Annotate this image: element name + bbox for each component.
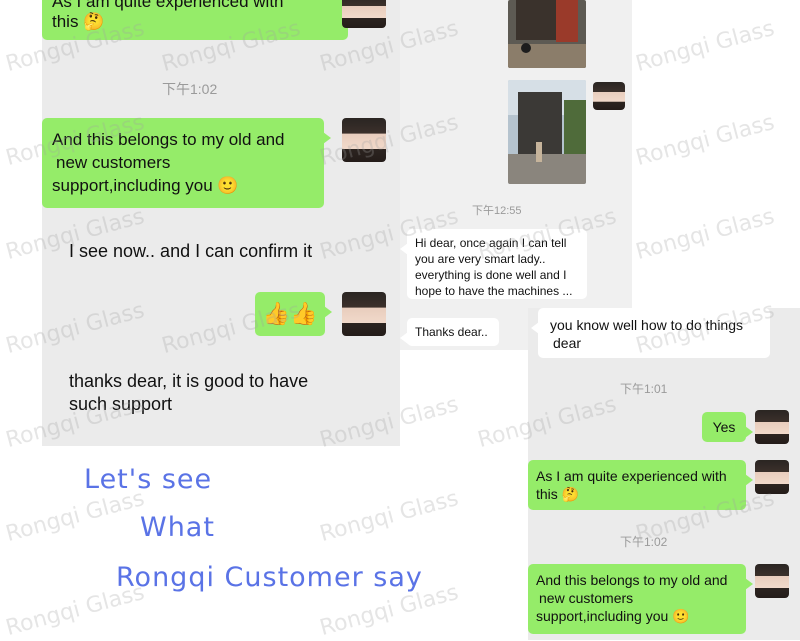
message-text: Yes [712, 419, 736, 435]
message-bubble-belongs[interactable]: And this belongs to my old and new custo… [528, 564, 753, 634]
avatar[interactable] [755, 410, 789, 444]
avatar[interactable] [342, 292, 386, 336]
timestamp: 下午1:01 [620, 382, 668, 396]
truck-photo[interactable] [508, 0, 586, 68]
message-text: support,including you [536, 608, 669, 624]
message-text: thanks dear, it is good to have [69, 371, 309, 391]
thumbs-up-icon: 👍👍 [262, 301, 318, 326]
message-bubble-smart-lady[interactable]: Hi dear, once again I can tell you are v… [400, 229, 587, 299]
message-text: As I am quite experienced with [536, 468, 727, 484]
caption-line-2: What [140, 512, 215, 543]
timestamp: 下午12:55 [472, 205, 522, 217]
container-truck-image [508, 0, 586, 68]
message-bubble-belongs[interactable]: And this belongs to my old and new custo… [42, 118, 331, 208]
avatar[interactable] [755, 564, 789, 598]
message-text: And this belongs to my old and [536, 572, 728, 588]
watermark: Rongqi Glass [317, 486, 462, 547]
smile-emoji-icon: 🙂 [217, 176, 239, 195]
avatar[interactable] [342, 0, 386, 28]
message-bubble-yes[interactable]: Yes [702, 412, 753, 442]
message-text: new customers [539, 590, 634, 606]
avatar[interactable] [755, 460, 789, 494]
message-text: this [536, 486, 558, 502]
message-text: everything is done well and I [415, 268, 567, 282]
thinking-emoji-icon: 🤔 [561, 486, 580, 502]
avatar[interactable] [342, 118, 386, 162]
timestamp: 下午1:02 [620, 535, 668, 549]
shipping-container-image [508, 80, 586, 184]
watermark: Rongqi Glass [633, 204, 778, 265]
watermark: Rongqi Glass [633, 110, 778, 171]
timestamp: 下午1:02 [162, 81, 218, 97]
message-bubble-experienced[interactable]: As I am quite experienced with this 🤔 [528, 460, 753, 510]
message-text: you are very smart lady.. [415, 252, 546, 266]
watermark: Rongqi Glass [633, 16, 778, 77]
message-text: this [52, 12, 79, 31]
middle-chat-panel: 下午12:55 Hi dear, once again I can tell y… [400, 0, 632, 350]
message-text: such support [69, 394, 173, 414]
message-text: And this belongs to my old and [52, 130, 285, 149]
thinking-emoji-icon: 🤔 [83, 12, 105, 31]
caption-line-3: Rongqi Customer say [116, 562, 423, 593]
right-chat-panel: you know well how to do things dear 下午1:… [528, 308, 800, 640]
message-text: you know well how to do things [550, 317, 743, 333]
message-text: new customers [56, 153, 171, 172]
message-text: support,including you [52, 176, 213, 195]
message-bubble-experienced[interactable]: As I am quite experienced with this 🤔 [42, 0, 355, 40]
message-text-block: thanks dear, it is good to have such sup… [69, 370, 308, 416]
message-text: dear [553, 335, 582, 351]
container-photo[interactable] [508, 80, 586, 184]
smile-emoji-icon: 🙂 [672, 608, 690, 624]
caption-line-1: Let's see [84, 464, 213, 495]
message-text: As I am quite experienced with [52, 0, 284, 11]
watermark: Rongqi Glass [3, 486, 148, 547]
message-text: Hi dear, once again I can tell [415, 236, 567, 250]
message-bubble-thanks[interactable]: Thanks dear.. [400, 318, 499, 346]
left-chat-panel: As I am quite experienced with this 🤔 下午… [42, 0, 400, 446]
message-bubble-know-well[interactable]: you know well how to do things dear [531, 308, 770, 358]
message-text: hope to have the machines ... [415, 284, 573, 298]
message-text: I see now.. and I can confirm it [69, 241, 313, 261]
thumbs-up-bubble[interactable]: 👍👍 [255, 292, 332, 336]
avatar[interactable] [593, 82, 625, 110]
message-text: Thanks dear.. [415, 325, 488, 339]
